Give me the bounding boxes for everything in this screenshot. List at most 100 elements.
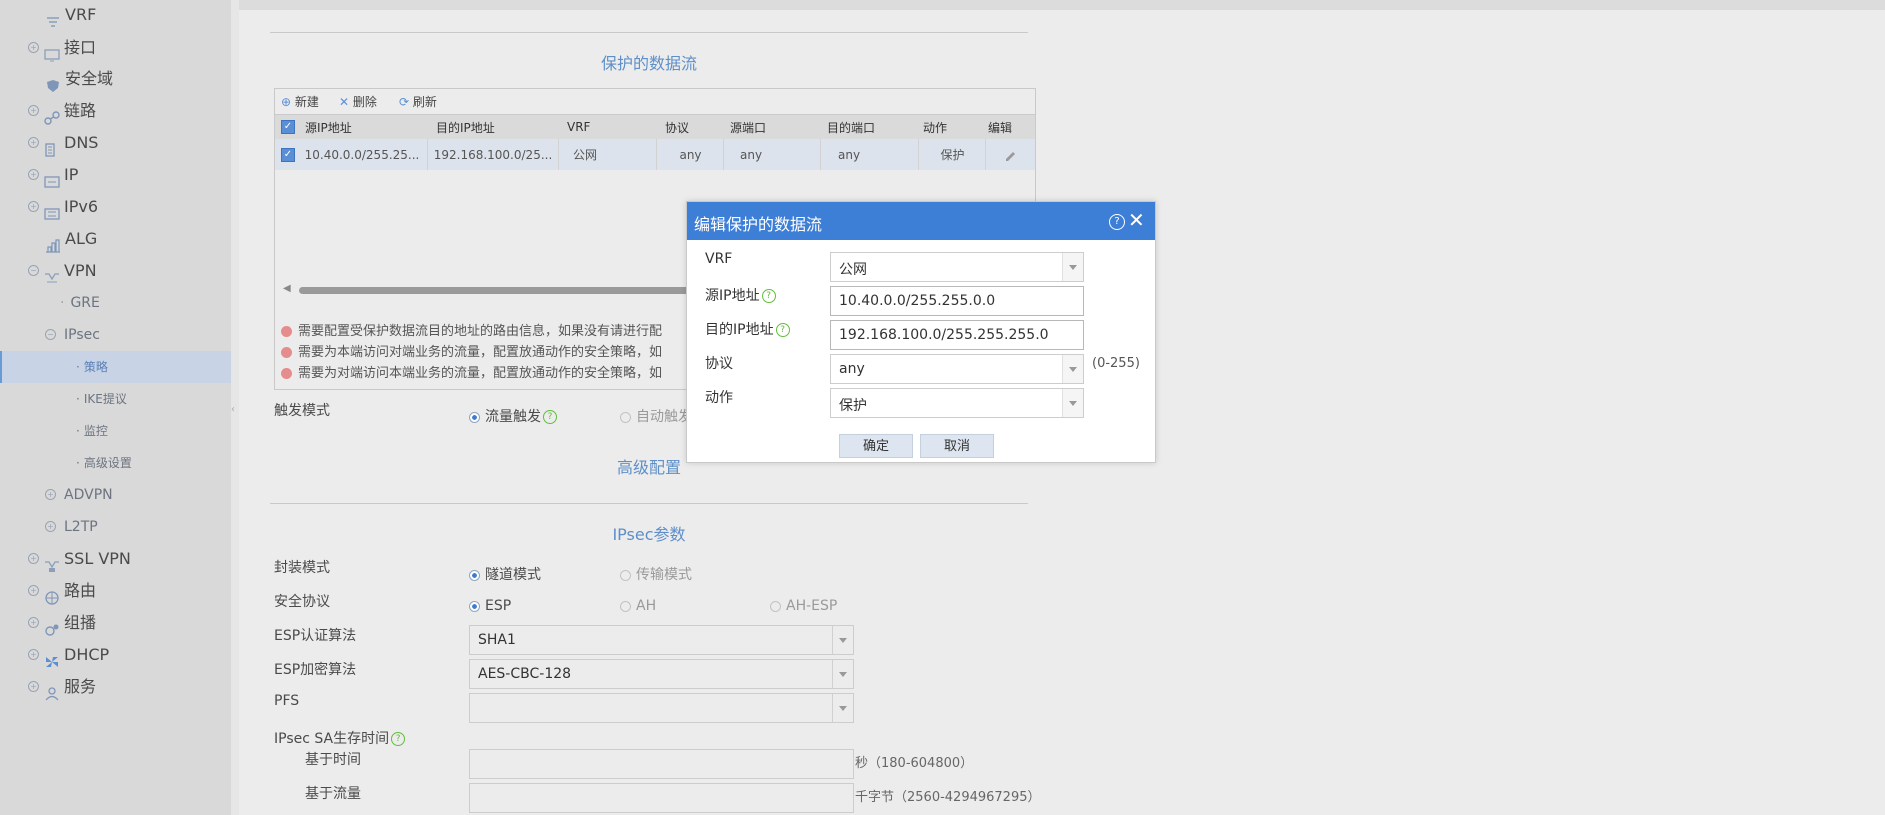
pfs-select[interactable]: [469, 693, 854, 723]
src-ip-input[interactable]: 10.40.0.0/255.255.0.0: [830, 286, 1084, 316]
delete-button[interactable]: ✕ 删除: [339, 93, 377, 110]
alg-icon: [45, 233, 61, 253]
expand-icon[interactable]: +: [28, 585, 39, 596]
column-header-protocol[interactable]: 协议: [665, 115, 689, 139]
time-unit-text: 秒（180-604800）: [855, 756, 974, 771]
route-icon: [44, 585, 60, 605]
expand-icon[interactable]: +: [28, 201, 39, 212]
collapse-icon[interactable]: −: [28, 265, 39, 276]
cancel-button[interactable]: 取消: [920, 434, 994, 458]
expand-icon[interactable]: +: [28, 553, 39, 564]
protected-flow-title: 保护的数据流: [600, 54, 697, 73]
sidebar-item-dns[interactable]: + DNS: [28, 128, 98, 158]
sidebar-item-l2tp[interactable]: + L2TP: [45, 512, 98, 542]
trigger-traffic-radio[interactable]: 流量触发?: [469, 406, 557, 426]
new-button[interactable]: ⊕ 新建: [281, 93, 319, 110]
select-all-checkbox[interactable]: ✓: [281, 115, 295, 139]
divider: [270, 503, 1028, 504]
close-icon: ✕: [339, 95, 350, 109]
sidebar-item-security-zone[interactable]: 安全域: [45, 64, 113, 94]
dst-ip-input[interactable]: 192.168.100.0/255.255.255.0: [830, 320, 1084, 350]
sidebar-item-advanced-settings[interactable]: · 高级设置: [76, 448, 132, 478]
sidebar-item-vrf[interactable]: VRF: [45, 0, 96, 30]
column-header-dst-port[interactable]: 目的端口: [827, 115, 875, 139]
expand-icon[interactable]: +: [28, 681, 39, 692]
sidebar-item-link[interactable]: + 链路: [28, 96, 96, 126]
column-header-action[interactable]: 动作: [923, 115, 947, 139]
note-dot-icon: [281, 326, 292, 337]
close-icon[interactable]: ✕: [1128, 210, 1145, 230]
expand-icon[interactable]: +: [45, 521, 56, 532]
cell-action: 保护: [920, 139, 986, 170]
vrf-select[interactable]: 公网: [830, 252, 1084, 282]
sidebar-item-interface[interactable]: + 接口: [28, 33, 96, 63]
sidebar-item-advpn[interactable]: + ADVPN: [45, 480, 113, 510]
sidebar-item-policy[interactable]: · 策略: [76, 352, 108, 382]
edit-icon[interactable]: [986, 139, 1034, 170]
sidebar-item-route[interactable]: + 路由: [28, 576, 96, 606]
traffic-based-input[interactable]: [469, 783, 854, 813]
sidebar-item-multicast[interactable]: + 组播: [28, 608, 96, 638]
trigger-mode-label: 触发模式: [274, 403, 330, 419]
sidebar-item-ike-proposal[interactable]: · IKE提议: [76, 384, 127, 414]
sidebar-item-service[interactable]: + 服务: [28, 672, 96, 702]
chevron-down-icon[interactable]: [1062, 253, 1083, 281]
sidebar-collapse-handle[interactable]: ‹: [231, 395, 237, 425]
sidebar-item-ssl-vpn[interactable]: + SSL VPN: [28, 544, 131, 574]
chevron-down-icon[interactable]: [1062, 355, 1083, 383]
sa-lifetime-label: IPsec SA生存时间?: [274, 728, 406, 748]
row-checkbox[interactable]: ✓: [281, 139, 295, 170]
sidebar-item-monitor[interactable]: · 监控: [76, 416, 108, 446]
column-header-vrf[interactable]: VRF: [567, 115, 590, 139]
sidebar-item-ipsec[interactable]: − IPsec: [45, 320, 100, 350]
link-icon: [44, 105, 60, 125]
collapse-icon[interactable]: −: [45, 329, 56, 340]
sidebar-item-alg[interactable]: ALG: [45, 224, 97, 254]
chevron-down-icon[interactable]: [1062, 389, 1083, 417]
action-select[interactable]: 保护: [830, 388, 1084, 418]
table-row[interactable]: ✓ 10.40.0.0/255.25... 192.168.100.0/25..…: [275, 139, 1035, 170]
multicast-icon: [44, 617, 60, 636]
trigger-auto-radio[interactable]: 自动触发: [620, 406, 692, 426]
help-icon[interactable]: ?: [543, 410, 557, 424]
esp-auth-select[interactable]: SHA1: [469, 625, 854, 655]
expand-icon[interactable]: +: [28, 105, 39, 116]
grid-header: ✓ 源IP地址 目的IP地址 VRF 协议 源端口 目的端口 动作 编辑: [275, 114, 1035, 140]
expand-icon[interactable]: +: [28, 649, 39, 660]
protocol-range-hint: (0-255): [1092, 356, 1140, 371]
column-header-dst-ip[interactable]: 目的IP地址: [436, 115, 495, 139]
esp-encrypt-select[interactable]: AES-CBC-128: [469, 659, 854, 689]
help-icon[interactable]: ?: [775, 323, 790, 337]
time-based-input[interactable]: [469, 749, 854, 779]
dhcp-icon: [44, 649, 60, 667]
refresh-button[interactable]: ⟳ 刷新: [399, 93, 437, 110]
help-icon[interactable]: ?: [391, 732, 406, 746]
sidebar-item-vpn[interactable]: − VPN: [28, 256, 97, 286]
sidebar-active-highlight: [0, 351, 231, 383]
expand-icon[interactable]: +: [28, 137, 39, 148]
chevron-down-icon[interactable]: [832, 694, 853, 722]
chevron-down-icon[interactable]: [832, 660, 853, 688]
expand-icon[interactable]: +: [28, 169, 39, 180]
sidebar-item-gre[interactable]: · GRE: [60, 288, 100, 318]
expand-icon[interactable]: +: [28, 617, 39, 628]
protocol-esp-radio[interactable]: ESP: [469, 598, 511, 614]
help-icon[interactable]: ?: [1109, 214, 1125, 230]
ok-button[interactable]: 确定: [839, 434, 913, 458]
expand-icon[interactable]: +: [28, 42, 39, 53]
protocol-ah-radio[interactable]: AH: [620, 598, 656, 614]
sidebar-item-ip[interactable]: + IP: [28, 160, 78, 190]
chevron-down-icon[interactable]: [832, 626, 853, 654]
column-header-src-port[interactable]: 源端口: [730, 115, 766, 139]
protocol-combobox[interactable]: any: [830, 354, 1084, 384]
sidebar-item-ipv6[interactable]: + IPv6: [28, 192, 98, 222]
encap-transport-radio[interactable]: 传输模式: [620, 564, 692, 584]
scroll-left-icon[interactable]: ◀: [283, 283, 291, 294]
src-ip-label: 源IP地址?: [705, 285, 776, 305]
help-icon[interactable]: ?: [761, 289, 776, 303]
column-header-src-ip[interactable]: 源IP地址: [305, 115, 352, 139]
protocol-ah-esp-radio[interactable]: AH-ESP: [770, 598, 837, 614]
expand-icon[interactable]: +: [45, 489, 56, 500]
sidebar-item-dhcp[interactable]: + DHCP: [28, 640, 109, 670]
encap-tunnel-radio[interactable]: 隧道模式: [469, 564, 541, 584]
